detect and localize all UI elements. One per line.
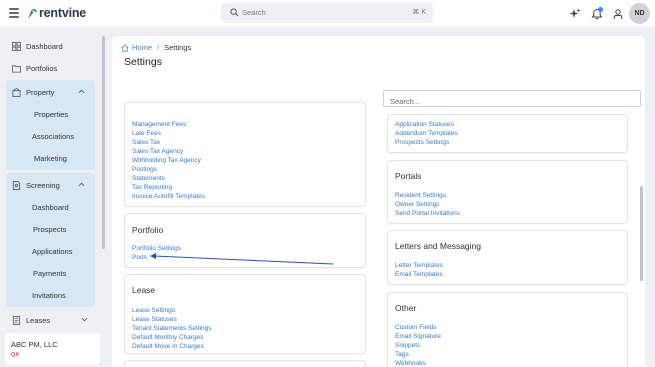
settings-link-snippets[interactable]: Snippets (395, 342, 420, 349)
settings-search[interactable] (383, 90, 641, 109)
sidebar-item-dashboard[interactable]: Dashboard (12, 39, 63, 53)
notification-dot (598, 7, 603, 12)
settings-card-accounting: Management Fees Late Fees Sales Tax Sale… (124, 102, 366, 207)
settings-link-webhooks[interactable]: Webhooks (395, 360, 426, 367)
settings-card-next (124, 360, 366, 367)
settings-link-statements[interactable]: Statements (132, 175, 165, 182)
sidebar-item-payments[interactable]: Payments (33, 269, 66, 278)
settings-link-management-fees[interactable]: Management Fees (132, 121, 186, 128)
settings-link-send-portal-invitations[interactable]: Send Portal Invitations (395, 210, 460, 217)
sidebar-item-invitations[interactable]: Invitations (32, 291, 66, 300)
sidebar-group-label: Property (26, 87, 55, 97)
sidebar-item-label: Dashboard (26, 41, 63, 51)
settings-link-letter-templates[interactable]: Letter Templates (395, 262, 443, 269)
breadcrumb-current: Settings (164, 43, 192, 52)
card-title-lease: Lease (132, 285, 156, 295)
settings-link-custom-fields[interactable]: Custom Fields (395, 324, 437, 331)
card-title-portfolio: Portfolio (132, 225, 164, 235)
settings-link-email-templates[interactable]: Email Templates (395, 271, 443, 278)
settings-link-resident-settings[interactable]: Resident Settings (395, 192, 446, 199)
user-avatar[interactable]: ND (629, 3, 650, 24)
folder-icon (12, 64, 21, 73)
settings-link-email-signature[interactable]: Email Signature (395, 333, 441, 340)
chevron-up-icon[interactable] (78, 88, 85, 95)
sidebar-group-property: Property Properties Associations Marketi… (6, 80, 95, 170)
sidebar-item-prospects[interactable]: Prospects (33, 225, 66, 234)
settings-card-other: Other Custom Fields Email Signature Snip… (387, 292, 628, 367)
sidebar: Dashboard Portfolios Property Properties… (0, 27, 107, 367)
lease-document-icon (12, 315, 21, 325)
property-building-icon (12, 87, 21, 97)
settings-card-letters-and-messaging: Letters and Messaging Letter Templates E… (387, 230, 628, 285)
dashboard-grid-icon (12, 41, 21, 51)
account-switcher[interactable]: ABC PM, LLC QA (5, 333, 100, 365)
settings-card-screening: Application Statuses Addendum Templates … (387, 114, 628, 153)
settings-link-tags[interactable]: Tags (395, 351, 409, 358)
hamburger-menu-icon[interactable] (9, 8, 19, 18)
screening-document-icon (12, 180, 21, 190)
settings-link-addendum-templates[interactable]: Addendum Templates (395, 130, 458, 137)
settings-link-sales-tax[interactable]: Sales Tax (132, 139, 160, 146)
sidebar-group-screening: Screening Dashboard Prospects Applicatio… (6, 173, 95, 307)
breadcrumb-home-link[interactable]: Home (132, 43, 152, 52)
main-content: Home / Settings Settings Management Fees… (112, 36, 645, 367)
settings-link-lease-settings[interactable]: Lease Settings (132, 307, 175, 314)
card-title-other: Other (395, 303, 417, 313)
top-bar: rentvine Search ⌘ K ND (0, 0, 655, 27)
sidebar-item-leases[interactable]: Leases (12, 313, 50, 327)
sidebar-group-header-screening[interactable]: Screening (12, 179, 92, 191)
sidebar-item-marketing[interactable]: Marketing (34, 154, 67, 163)
account-name: ABC PM, LLC (11, 340, 58, 349)
page-title: Settings (124, 56, 162, 68)
app-name: rentvine (39, 6, 87, 20)
settings-link-postings[interactable]: Postings (132, 166, 157, 173)
card-title-portals: Portals (395, 171, 422, 181)
sidebar-item-portfolios[interactable]: Portfolios (12, 61, 57, 75)
home-icon[interactable] (121, 43, 129, 52)
settings-link-withholding-tax-agency[interactable]: Withholding Tax Agency (132, 157, 201, 164)
sidebar-item-label: Leases (26, 315, 51, 325)
sidebar-group-header-property[interactable]: Property (12, 86, 92, 98)
settings-card-portals: Portals Resident Settings Owner Settings… (387, 160, 628, 224)
environment-badge: QA (11, 352, 20, 358)
search-icon (230, 8, 239, 17)
global-search[interactable]: Search ⌘ K (221, 3, 433, 23)
global-search-placeholder: Search (242, 8, 266, 17)
settings-link-invoice-autofill-templates[interactable]: Invoice Autofill Templates (132, 193, 205, 200)
settings-link-default-monthly-charges[interactable]: Default Monthly Charges (132, 334, 204, 341)
content-scrollbar[interactable] (640, 186, 643, 281)
rentvine-logo[interactable]: rentvine (27, 6, 86, 20)
sidebar-scrollbar[interactable] (102, 36, 105, 249)
sidebar-item-screening-dashboard[interactable]: Dashboard (32, 203, 69, 212)
chevron-up-icon[interactable] (78, 181, 85, 188)
breadcrumb: Home / Settings (121, 43, 191, 52)
breadcrumb-separator: / (157, 43, 160, 52)
settings-link-sales-tax-agency[interactable]: Sales Tax Agency (132, 148, 183, 155)
settings-card-lease: Lease Lease Settings Lease Statuses Tena… (124, 274, 366, 354)
user-icon[interactable] (612, 8, 624, 20)
settings-link-tenant-statements-settings[interactable]: Tenant Statements Settings (132, 325, 212, 332)
settings-link-pods[interactable]: Pods (132, 254, 147, 261)
sidebar-item-properties[interactable]: Properties (34, 110, 68, 119)
settings-link-default-move-in-charges[interactable]: Default Move In Charges (132, 343, 204, 350)
sparkle-icon[interactable] (569, 8, 581, 20)
sidebar-item-label: Portfolios (26, 63, 58, 73)
settings-search-input[interactable] (384, 94, 640, 109)
sidebar-group-label: Screening (26, 180, 60, 190)
sidebar-item-applications[interactable]: Applications (32, 247, 72, 256)
search-shortcut: ⌘ K (412, 9, 426, 16)
settings-link-prospects-settings[interactable]: Prospects Settings (395, 139, 449, 146)
settings-card-portfolio: Portfolio Portfolio Settings Pods (124, 213, 366, 268)
settings-link-application-statuses[interactable]: Application Statuses (395, 121, 454, 128)
settings-link-owner-settings[interactable]: Owner Settings (395, 201, 439, 208)
rentvine-leaf-icon (28, 8, 37, 19)
chevron-down-icon[interactable] (81, 316, 88, 323)
settings-link-lease-statuses[interactable]: Lease Statuses (132, 316, 177, 323)
settings-link-late-fees[interactable]: Late Fees (132, 130, 161, 137)
card-title-letters-and-messaging: Letters and Messaging (395, 241, 481, 251)
sidebar-item-associations[interactable]: Associations (32, 132, 74, 141)
settings-link-portfolio-settings[interactable]: Portfolio Settings (132, 245, 181, 252)
settings-link-tax-reporting[interactable]: Tax Reporting (132, 184, 172, 191)
